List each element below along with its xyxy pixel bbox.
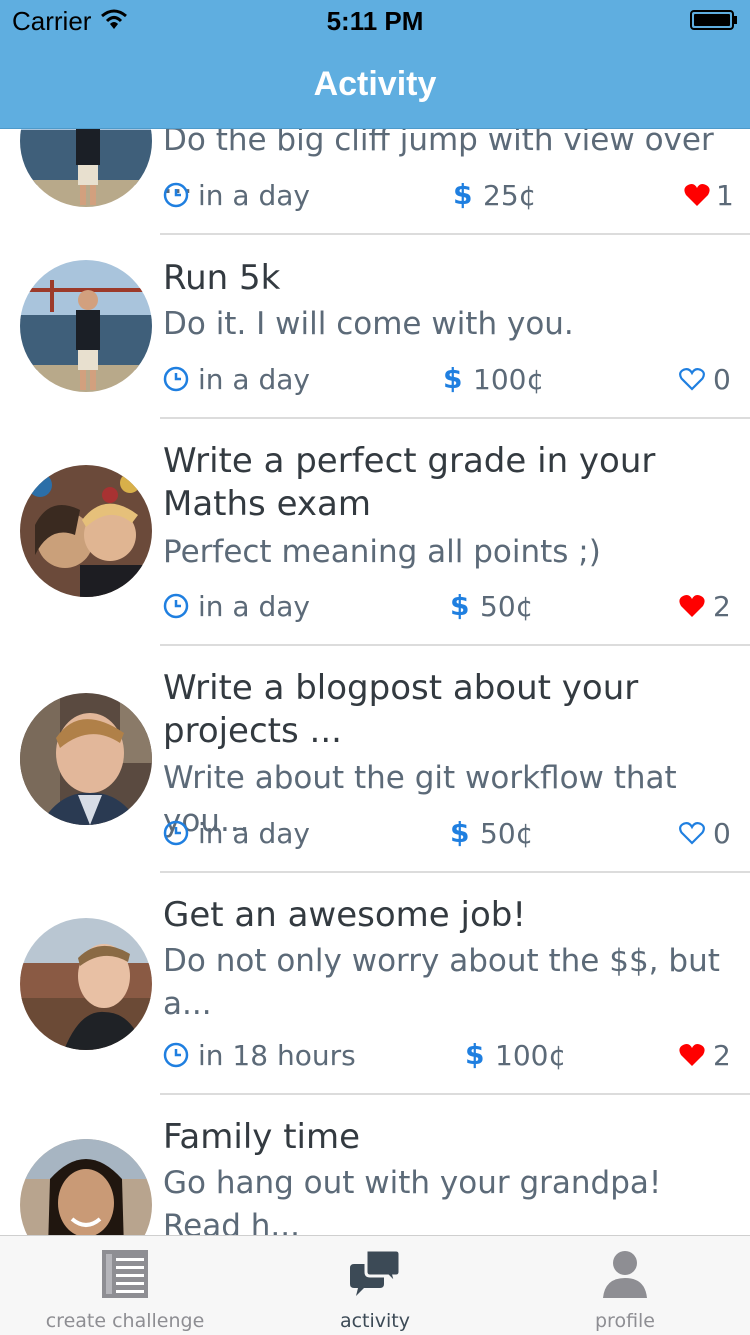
clock-icon <box>163 366 189 392</box>
avatar <box>20 918 152 1050</box>
item-meta: in a day $ 50¢ 2 <box>163 587 733 627</box>
price-label: 25¢ <box>483 179 537 212</box>
item-description: Do it. I will come with you. <box>163 306 574 342</box>
clock-icon <box>163 1042 189 1068</box>
item-meta: in a day $ 25¢ 1 <box>163 176 734 216</box>
price-label: 100¢ <box>495 1039 567 1072</box>
nav-bar: Activity <box>0 40 750 129</box>
item-title: Family time <box>163 1117 361 1157</box>
tab-bar: create challenge activity profile <box>0 1235 750 1335</box>
dollar-icon: $ <box>453 178 473 211</box>
page-title: Activity <box>313 65 437 103</box>
likes-count: 2 <box>713 1039 731 1072</box>
activity-list[interactable]: Do the big cliff jump with view over ...… <box>0 129 750 1235</box>
tab-label: activity <box>339 1310 411 1332</box>
item-description: Perfect meaning all points ;) <box>163 534 601 570</box>
status-bar: Carrier 5:11 PM <box>0 0 750 40</box>
price-label: 50¢ <box>480 590 534 623</box>
divider <box>160 1093 750 1095</box>
due-label: in a day <box>198 363 310 396</box>
list-item[interactable]: Run 5k Do it. I will come with you. in a… <box>0 235 750 417</box>
avatar <box>20 129 152 207</box>
item-title: Write a perfect grade in your Maths exam <box>163 441 656 524</box>
item-description: Go hang out with your grandpa! Read h... <box>163 1165 662 1235</box>
tab-create-challenge[interactable]: create challenge <box>0 1236 250 1335</box>
avatar <box>20 465 152 597</box>
tab-profile[interactable]: profile <box>500 1236 750 1335</box>
heart-filled-icon[interactable] <box>678 593 706 619</box>
clock-icon <box>163 593 189 619</box>
due-label: in 18 hours <box>198 1039 356 1072</box>
tab-label: profile <box>594 1310 655 1332</box>
heart-filled-icon[interactable] <box>683 182 711 208</box>
item-title: Run 5k <box>163 258 281 298</box>
item-title: Get an awesome job! <box>163 895 526 935</box>
clock-icon <box>163 820 189 846</box>
item-description: Do not only worry about the $$, but a... <box>163 943 720 1022</box>
tab-label: create challenge <box>45 1310 205 1332</box>
heart-outline-icon[interactable] <box>678 820 706 846</box>
list-doc-icon <box>102 1250 148 1298</box>
dollar-icon: $ <box>443 362 463 395</box>
tab-activity[interactable]: activity <box>250 1236 500 1335</box>
item-meta: in a day $ 50¢ 0 <box>163 814 733 854</box>
divider <box>160 644 750 646</box>
divider <box>160 871 750 873</box>
clock-icon <box>163 182 189 208</box>
clock-time: 5:11 PM <box>326 6 424 36</box>
dollar-icon: $ <box>450 816 470 849</box>
item-meta: in a day $ 100¢ 0 <box>163 360 733 400</box>
list-item[interactable]: Do the big cliff jump with view over ...… <box>0 129 750 234</box>
due-label: in a day <box>198 817 310 850</box>
dollar-icon: $ <box>465 1038 485 1071</box>
item-meta: in 18 hours $ 100¢ 2 <box>163 1036 733 1076</box>
item-title: Write a blogpost about your projects ... <box>163 668 639 751</box>
likes-count: 2 <box>713 590 731 623</box>
heart-outline-icon[interactable] <box>678 366 706 392</box>
heart-filled-icon[interactable] <box>678 1042 706 1068</box>
likes-count: 1 <box>716 179 734 212</box>
dollar-icon: $ <box>450 589 470 622</box>
avatar <box>20 260 152 392</box>
due-label: in a day <box>198 179 310 212</box>
due-label: in a day <box>198 590 310 623</box>
likes-count: 0 <box>713 817 731 850</box>
chat-bubbles-icon <box>350 1248 400 1296</box>
price-label: 100¢ <box>473 363 545 396</box>
avatar <box>20 693 152 825</box>
battery-icon <box>690 10 737 30</box>
avatar <box>20 1139 152 1235</box>
person-icon <box>603 1251 647 1298</box>
price-label: 50¢ <box>480 817 534 850</box>
likes-count: 0 <box>713 363 731 396</box>
